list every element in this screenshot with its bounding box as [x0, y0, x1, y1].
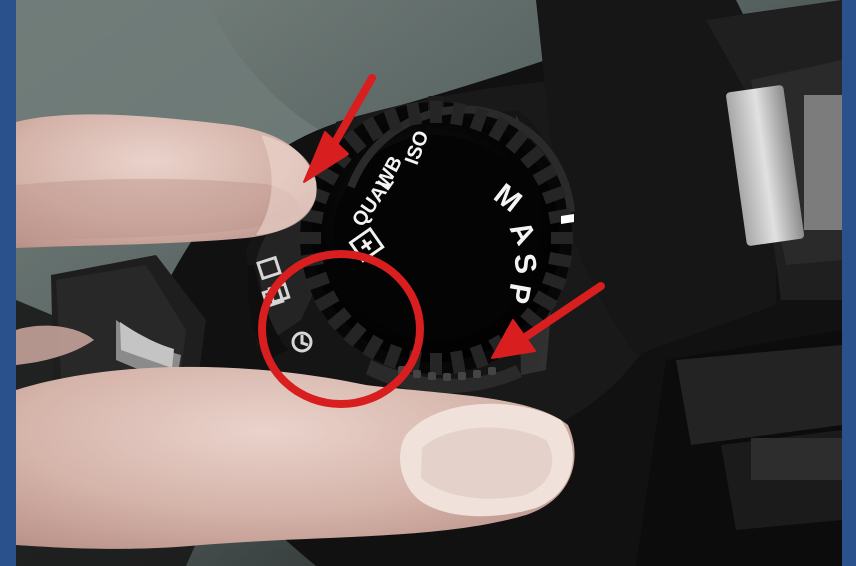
screenshot-frame: M A S P ISO WB QUAL	[0, 0, 856, 566]
photo-illustration: M A S P ISO WB QUAL	[16, 0, 842, 566]
camera-dial-photo: M A S P ISO WB QUAL	[16, 0, 842, 566]
